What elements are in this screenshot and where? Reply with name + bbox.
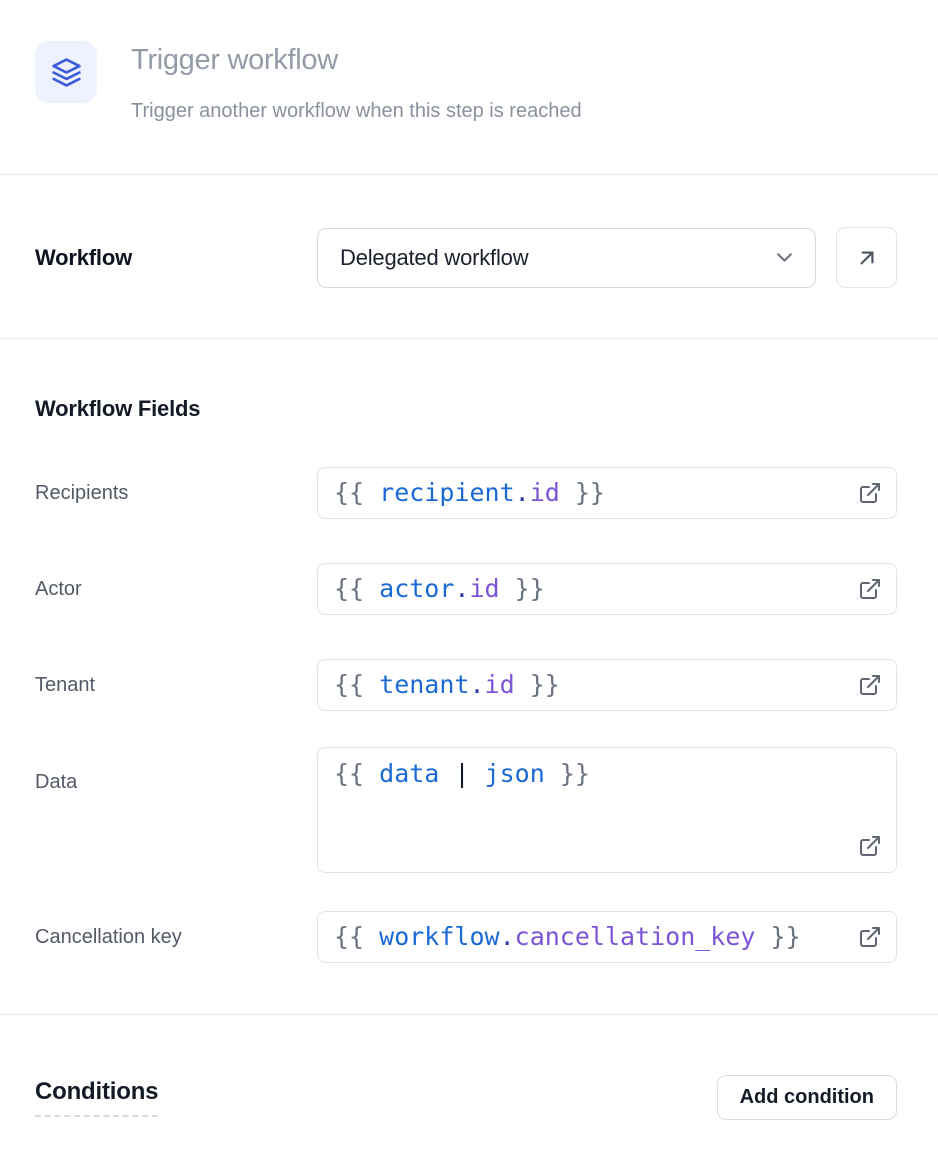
workflow-label: Workflow (35, 245, 317, 271)
field-row-tenant: Tenant {{ tenant.id }} (35, 659, 897, 711)
workflow-select-row: Workflow Delegated workflow (0, 175, 938, 338)
page-title: Trigger workflow (131, 42, 582, 78)
tenant-value: {{ tenant.id }} (334, 670, 560, 700)
recipients-input[interactable]: {{ recipient.id }} (317, 467, 897, 519)
step-header: Trigger workflow Trigger another workflo… (0, 0, 938, 174)
external-link-icon[interactable] (858, 673, 882, 697)
add-condition-button[interactable]: Add condition (717, 1075, 897, 1120)
external-link-icon[interactable] (858, 834, 882, 858)
workflow-select[interactable]: Delegated workflow (317, 228, 816, 288)
tenant-input[interactable]: {{ tenant.id }} (317, 659, 897, 711)
field-row-data: Data {{ data | json }} (35, 747, 897, 873)
external-link-icon[interactable] (858, 925, 882, 949)
conditions-section: Conditions Add condition (0, 1015, 938, 1120)
data-value: {{ data | json }} (334, 759, 590, 789)
actor-input[interactable]: {{ actor.id }} (317, 563, 897, 615)
layers-icon (35, 41, 97, 103)
cancellation-key-label: Cancellation key (35, 926, 317, 949)
tenant-label: Tenant (35, 674, 317, 697)
arrow-up-right-icon (854, 245, 880, 271)
field-row-cancellation-key: Cancellation key {{ workflow.cancellatio… (35, 911, 897, 963)
open-workflow-button[interactable] (836, 227, 897, 288)
data-label: Data (35, 747, 317, 794)
field-row-recipients: Recipients {{ recipient.id }} (35, 467, 897, 519)
data-input[interactable]: {{ data | json }} (317, 747, 897, 873)
recipients-value: {{ recipient.id }} (334, 478, 605, 508)
workflow-select-value: Delegated workflow (340, 245, 772, 271)
conditions-heading[interactable]: Conditions (35, 1078, 158, 1117)
external-link-icon[interactable] (858, 577, 882, 601)
field-row-actor: Actor {{ actor.id }} (35, 563, 897, 615)
external-link-icon[interactable] (858, 481, 882, 505)
actor-label: Actor (35, 578, 317, 601)
cancellation-key-input[interactable]: {{ workflow.cancellation_key }} (317, 911, 897, 963)
actor-value: {{ actor.id }} (334, 574, 545, 604)
cancellation-key-value: {{ workflow.cancellation_key }} (334, 922, 801, 952)
chevron-down-icon (772, 245, 797, 270)
workflow-fields-section: Workflow Fields Recipients {{ recipient.… (0, 339, 938, 1014)
workflow-fields-heading: Workflow Fields (35, 396, 897, 422)
recipients-label: Recipients (35, 482, 317, 505)
page-subtitle: Trigger another workflow when this step … (131, 99, 582, 123)
